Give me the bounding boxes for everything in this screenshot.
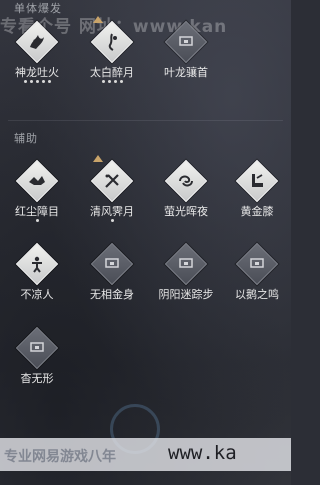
skill-label: 无相金身	[90, 288, 134, 301]
skill-label: 清风霁月	[90, 205, 134, 218]
skill-diamond	[164, 20, 208, 64]
skill-slot-12[interactable]: 杳无形	[5, 326, 69, 404]
skill-diamond	[235, 242, 279, 286]
skill-slot-3[interactable]: 叶龙骧首	[154, 20, 218, 98]
skill-label: 红尘障目	[15, 205, 59, 218]
section-divider	[8, 120, 283, 121]
skill-slot-7[interactable]: 黄金膝	[225, 159, 289, 237]
skill-diamond	[164, 242, 208, 286]
skill-diamond	[164, 159, 208, 203]
skill-label: 阴阳迷踪步	[158, 288, 214, 301]
skill-level-dots	[5, 80, 69, 83]
skill-diamond	[15, 20, 59, 64]
skill-label: 以鹅之鸣	[235, 288, 279, 301]
skill-slot-9[interactable]: 无相金身	[80, 242, 144, 320]
skill-level-dots	[80, 80, 144, 83]
breeze-moon-icon	[94, 163, 130, 199]
skill-slot-2[interactable]: 太白醉月	[80, 16, 144, 98]
skill-label: 神龙吐火	[15, 66, 59, 79]
lock-icon	[239, 246, 275, 282]
golden-knee-icon	[239, 163, 275, 199]
skill-diamond	[15, 159, 59, 203]
skill-label: 不凉人	[20, 288, 54, 301]
crown-icon	[93, 155, 103, 162]
skill-label: 黄金膝	[240, 205, 274, 218]
firefly-swirl-icon	[168, 163, 204, 199]
skill-diamond	[90, 159, 134, 203]
lock-icon	[94, 246, 130, 282]
skill-diamond	[235, 159, 279, 203]
skill-slot-5[interactable]: 清风霁月	[80, 155, 144, 237]
skill-diamond	[15, 242, 59, 286]
skill-level-dots	[80, 219, 144, 222]
section-title-burst: 单体爆发	[14, 2, 62, 15]
skill-slot-11[interactable]: 以鹅之鸣	[225, 242, 289, 320]
figure-burst-icon	[19, 246, 55, 282]
lock-icon	[168, 246, 204, 282]
skill-diamond	[90, 242, 134, 286]
skill-slot-10[interactable]: 阴阳迷踪步	[154, 242, 218, 320]
skill-label: 萤光晖夜	[164, 205, 208, 218]
bottom-watermark-text: 专业网易游戏八年	[4, 449, 116, 465]
skill-slot-8[interactable]: 不凉人	[5, 242, 69, 320]
dust-veil-icon	[19, 163, 55, 199]
skill-label: 太白醉月	[90, 66, 134, 79]
skill-slot-6[interactable]: 萤光晖夜	[154, 159, 218, 237]
drunk-moon-icon	[94, 24, 130, 60]
skill-diamond	[90, 20, 134, 64]
skill-diamond	[15, 326, 59, 370]
dragon-fire-icon	[19, 24, 55, 60]
section-title-support: 辅助	[14, 132, 38, 145]
skill-slot-4[interactable]: 红尘障目	[5, 159, 69, 237]
lock-icon	[168, 24, 204, 60]
skill-level-dots	[5, 219, 69, 222]
bottom-watermark-url: www.ka	[168, 442, 237, 464]
skill-slot-1[interactable]: 神龙吐火	[5, 20, 69, 98]
skill-label: 叶龙骧首	[164, 66, 208, 79]
skill-label: 杳无形	[20, 372, 54, 385]
crown-icon	[93, 16, 103, 23]
lock-icon	[19, 330, 55, 366]
